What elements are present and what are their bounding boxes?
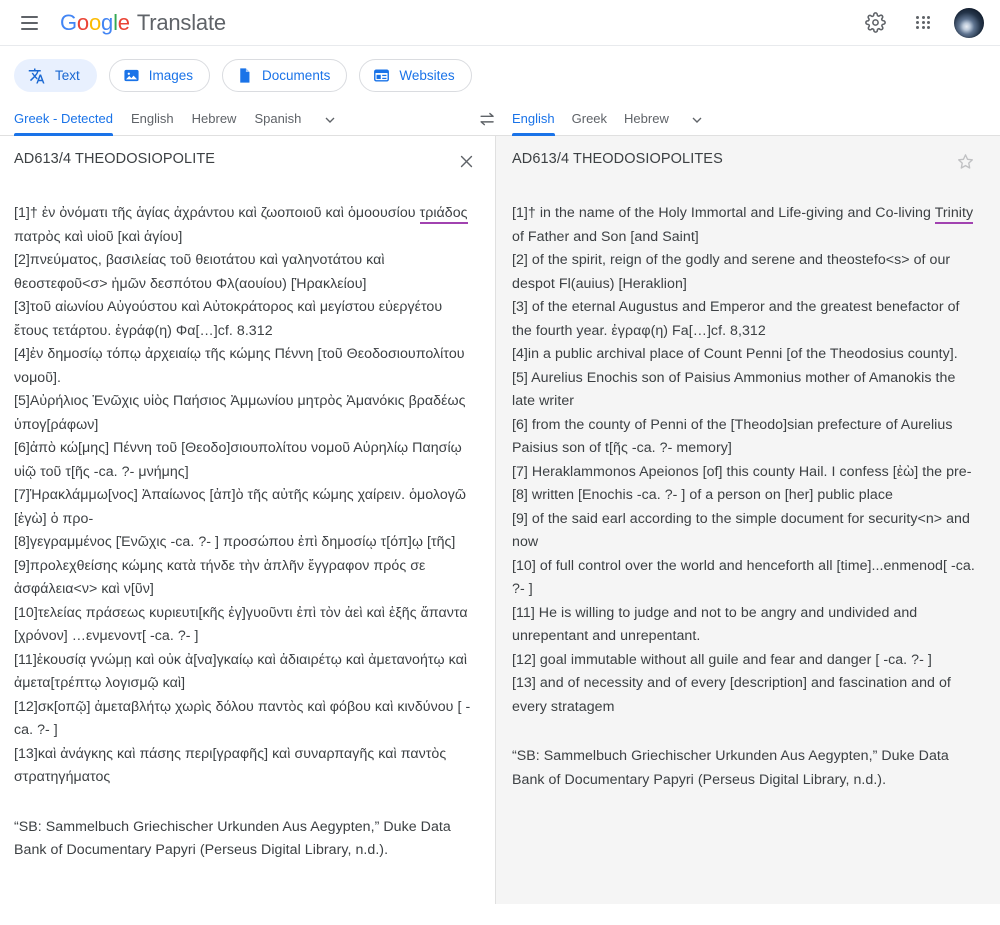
image-icon bbox=[124, 69, 139, 82]
translation-panels: AD613/4 THEODOSIOPOLITE [1]† ἐν ὀνόματι … bbox=[0, 136, 1000, 904]
clear-source-button[interactable] bbox=[453, 148, 479, 174]
logo-letter-g1: G bbox=[60, 9, 77, 35]
language-bar: Greek - Detected English Hebrew Spanish … bbox=[0, 104, 1000, 136]
website-icon bbox=[374, 69, 390, 82]
target-text-segment-1: [1]† in the name of the Holy Immortal an… bbox=[512, 205, 935, 221]
document-icon bbox=[240, 68, 250, 83]
target-text-segment-2: of Father and Son [and Saint] [2] of the… bbox=[512, 228, 975, 715]
swap-languages-button[interactable] bbox=[470, 104, 504, 135]
chevron-down-icon bbox=[692, 117, 702, 123]
source-text-segment-1: [1]† ἐν ὀνόματι τῆς ἁγίας ἀχράντου καὶ ζ… bbox=[14, 205, 420, 221]
settings-button[interactable] bbox=[858, 6, 892, 40]
logo-letter-g2: g bbox=[101, 9, 114, 35]
source-panel[interactable]: AD613/4 THEODOSIOPOLITE [1]† ἐν ὀνόματι … bbox=[0, 136, 496, 904]
tab-documents-label: Documents bbox=[262, 68, 331, 83]
target-lang-more-button[interactable] bbox=[686, 109, 708, 131]
app-bar-actions bbox=[858, 6, 984, 40]
source-language-selector: Greek - Detected English Hebrew Spanish bbox=[0, 104, 470, 136]
source-document-title: AD613/4 THEODOSIOPOLITE bbox=[14, 151, 216, 167]
source-lang-more-button[interactable] bbox=[319, 109, 341, 131]
app-bar: Google Translate bbox=[0, 0, 1000, 46]
tab-documents[interactable]: Documents bbox=[222, 59, 348, 92]
target-lang-hebrew[interactable]: Hebrew bbox=[624, 104, 669, 135]
mode-tabs: Text Images Documents Websites bbox=[0, 46, 1000, 104]
avatar[interactable] bbox=[954, 7, 984, 38]
source-panel-header: AD613/4 THEODOSIOPOLITE bbox=[14, 150, 479, 174]
tab-text-label: Text bbox=[55, 68, 80, 83]
product-name: Translate bbox=[136, 9, 226, 35]
tab-websites-label: Websites bbox=[399, 68, 455, 83]
source-text[interactable]: [1]† ἐν ὀνόματι τῆς ἁγίας ἀχράντου καὶ ζ… bbox=[14, 202, 479, 790]
target-panel-header: AD613/4 THEODOSIOPOLITES bbox=[512, 150, 978, 174]
tab-images[interactable]: Images bbox=[108, 59, 211, 92]
google-apps-button[interactable] bbox=[906, 6, 940, 40]
logo-letter-e: e bbox=[117, 9, 130, 35]
source-citation: “SB: Sammelbuch Griechischer Urkunden Au… bbox=[14, 818, 455, 859]
translate-icon bbox=[28, 68, 45, 83]
source-text-segment-2: πατρὸς καὶ υἱοῦ [καὶ ἁγίου] [2]πνεύματος… bbox=[14, 228, 471, 786]
target-panel[interactable]: AD613/4 THEODOSIOPOLITES [1]† in the nam… bbox=[496, 136, 1000, 904]
apps-grid-icon bbox=[916, 15, 930, 30]
source-lang-spanish[interactable]: Spanish bbox=[254, 104, 301, 135]
target-lang-greek[interactable]: Greek bbox=[572, 104, 607, 135]
target-highlighted-term[interactable]: Trinity bbox=[934, 205, 974, 224]
logo-letter-o1: o bbox=[76, 9, 89, 35]
tab-images-label: Images bbox=[148, 68, 194, 83]
tab-websites[interactable]: Websites bbox=[359, 59, 472, 92]
chevron-down-icon bbox=[325, 117, 335, 123]
target-text[interactable]: [1]† in the name of the Holy Immortal an… bbox=[512, 202, 978, 719]
google-translate-logo[interactable]: Google Translate bbox=[60, 10, 226, 36]
close-icon bbox=[460, 155, 472, 167]
main-menu-icon[interactable] bbox=[14, 8, 44, 38]
source-lang-hebrew[interactable]: Hebrew bbox=[192, 104, 237, 135]
source-lang-english[interactable]: English bbox=[131, 104, 174, 135]
target-document-title: AD613/4 THEODOSIOPOLITES bbox=[512, 151, 723, 167]
source-lang-greek-detected[interactable]: Greek - Detected bbox=[14, 104, 113, 136]
save-translation-button[interactable] bbox=[952, 148, 978, 174]
tab-text[interactable]: Text bbox=[14, 59, 97, 92]
star-icon bbox=[957, 153, 973, 169]
swap-horizontal-icon bbox=[479, 112, 494, 126]
logo-letter-o2: o bbox=[88, 9, 102, 35]
target-language-selector: English Greek Hebrew bbox=[504, 104, 1000, 136]
google-wordmark: Google bbox=[60, 10, 130, 36]
target-lang-english[interactable]: English bbox=[512, 104, 555, 136]
target-citation: “SB: Sammelbuch Griechischer Urkunden Au… bbox=[512, 748, 953, 788]
gear-icon bbox=[864, 12, 886, 33]
source-highlighted-term[interactable]: τριάδος bbox=[419, 205, 468, 224]
